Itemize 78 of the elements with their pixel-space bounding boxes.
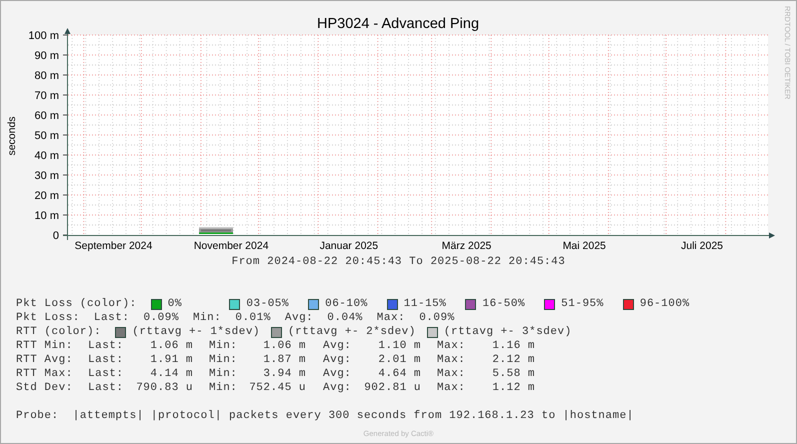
legend-label: (rttavg +- 3*sdev) <box>444 326 572 338</box>
legend-label: RTT (color): <box>16 326 102 338</box>
stat-value: 1.12 m <box>492 382 535 394</box>
legend-label: 06-10% <box>325 298 368 310</box>
stat-label: Max: <box>437 354 466 366</box>
stat-label: Max: <box>437 340 466 352</box>
stat-value: 1.87 m <box>263 354 306 366</box>
legend-label: 0% <box>168 298 182 310</box>
stat-label: RTT Max: <box>16 368 74 380</box>
stat-value: 1.91 m <box>150 354 193 366</box>
tick-label: 90 m <box>34 50 59 62</box>
tick-label: 60 m <box>34 110 59 122</box>
tick-label: 40 m <box>34 150 59 162</box>
legend-label: 51-95% <box>561 298 604 310</box>
tick-label: März 2025 <box>442 240 492 252</box>
stat-label: Max: <box>437 382 466 394</box>
stat-label: RTT Avg: <box>16 354 74 366</box>
tick-label: Juli 2025 <box>680 240 724 252</box>
stat-label: Avg: <box>323 340 352 352</box>
stat-value: 1.06 m <box>263 340 306 352</box>
tick-label: September 2024 <box>74 240 152 252</box>
legend-label: 16-50% <box>482 298 526 310</box>
stat-label: Min: <box>209 368 238 380</box>
tick-label: 0 <box>52 230 59 242</box>
stat-label: Avg: <box>323 354 352 366</box>
tick-label: November 2024 <box>194 240 269 252</box>
legend-label: Pkt Loss (color): <box>16 298 137 310</box>
stat-value: 902.81 u <box>364 382 421 394</box>
stat-label: Min: <box>209 382 238 394</box>
stat-value: 5.58 m <box>492 368 535 380</box>
legend-label: (rttavg +- 1*sdev) <box>132 326 260 338</box>
stat-label: Std Dev: <box>16 382 74 394</box>
stat-value: 752.45 u <box>249 382 306 394</box>
stat-label: Avg: <box>323 368 352 380</box>
tick-label: 30 m <box>34 170 59 182</box>
legend-label: 03-05% <box>246 298 290 310</box>
tick-label: 80 m <box>34 70 59 82</box>
tick-label: 70 m <box>34 90 59 102</box>
tick-label: Januar 2025 <box>320 240 378 252</box>
tick-label: 100 m <box>28 30 59 42</box>
stat-label: Pkt Loss: <box>16 312 80 324</box>
tick-label: 10 m <box>34 210 59 222</box>
legend-label: 96-100% <box>640 298 690 310</box>
stat-value: 0.04% <box>327 312 363 324</box>
axis-label: seconds <box>6 116 18 156</box>
stat-label: RTT Min: <box>16 340 74 352</box>
probe-text: Probe: |attempts| |protocol| packets every 300 seconds from 192.168.1.23 to |hostname| <box>16 409 634 423</box>
stat-value: 0.01% <box>235 312 271 324</box>
stat-label: Max: <box>376 312 406 324</box>
stat-label: Last: <box>94 312 130 324</box>
stat-label: Last: <box>88 354 124 366</box>
stat-value: 3.94 m <box>263 368 306 380</box>
stat-value: 1.10 m <box>378 340 421 352</box>
stat-value: 1.16 m <box>492 340 535 352</box>
stat-value: 2.12 m <box>492 354 535 366</box>
tick-label: 20 m <box>34 190 59 202</box>
tick-label: 50 m <box>34 130 59 142</box>
stat-value: 790.83 u <box>136 382 193 394</box>
stat-value: 2.01 m <box>378 354 421 366</box>
stat-value: 4.64 m <box>378 368 421 380</box>
time-range-text: From 2024-08-22 20:45:43 To 2025-08-22 20:45:43 <box>232 255 566 269</box>
stat-label: Min: <box>192 312 222 324</box>
stat-label: Min: <box>209 340 238 352</box>
stat-label: Min: <box>209 354 238 366</box>
stat-label: Last: <box>88 340 124 352</box>
tick-label: Mai 2025 <box>562 240 606 252</box>
stat-label: Avg: <box>284 312 314 324</box>
stat-label: Avg: <box>323 382 352 394</box>
chart-title: HP3024 - Advanced Ping <box>316 16 480 32</box>
stat-value: 1.06 m <box>150 340 193 352</box>
stat-value: 0.09% <box>419 312 455 324</box>
legend-label: (rttavg +- 2*sdev) <box>288 326 416 338</box>
stat-value: 0.09% <box>143 312 179 324</box>
stat-label: Last: <box>88 382 124 394</box>
legend-label: 11-15% <box>404 298 446 310</box>
stat-value: 4.14 m <box>150 368 193 380</box>
stat-label: Max: <box>437 368 466 380</box>
stat-label: Last: <box>88 368 124 380</box>
